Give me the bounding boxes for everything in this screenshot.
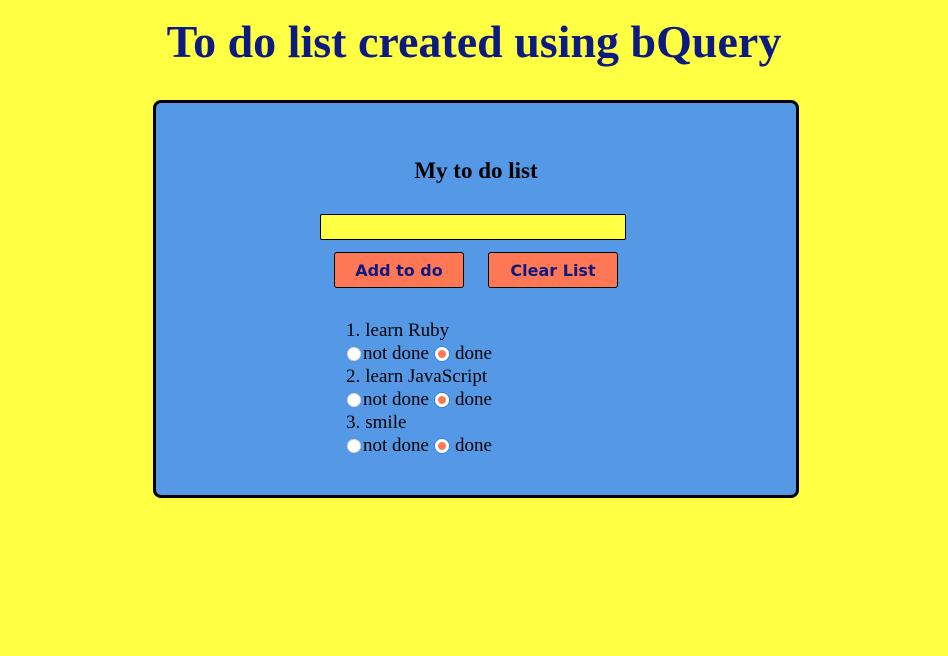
add-todo-button[interactable]: Add to do <box>334 252 464 288</box>
done-label: done <box>454 343 492 364</box>
done-radio[interactable] <box>434 438 449 453</box>
done-radio[interactable] <box>434 392 449 407</box>
todo-item-status: not done done <box>346 342 646 365</box>
todo-item-text: smile <box>365 412 407 433</box>
done-label: done <box>454 435 492 456</box>
todo-item-status: not done done <box>346 434 646 457</box>
not-done-label: not done <box>363 435 429 456</box>
not-done-label: not done <box>363 343 429 364</box>
not-done-radio[interactable] <box>347 392 361 407</box>
todo-item: 3. smile not done done <box>346 411 646 457</box>
todo-list: 1. learn Ruby not done done 2. learn JavaS… <box>346 319 646 457</box>
todo-item-number: 1. <box>346 320 361 341</box>
panel-title: My to do list <box>414 158 538 183</box>
todo-item-text-row: 1. learn Ruby <box>346 319 646 342</box>
done-label: done <box>454 389 492 410</box>
todo-panel: My to do list Add to do Clear List 1. lea… <box>153 100 799 498</box>
page-title: To do list created using bQuery <box>166 16 782 67</box>
todo-item-text-row: 2. learn JavaScript <box>346 365 646 388</box>
todo-item: 2. learn JavaScript not done done <box>346 365 646 411</box>
todo-item-number: 2. <box>346 366 361 387</box>
todo-item-text-row: 3. smile <box>346 411 646 434</box>
clear-list-button[interactable]: Clear List <box>488 252 618 288</box>
todo-input[interactable] <box>320 214 626 240</box>
todo-item-status: not done done <box>346 388 646 411</box>
todo-item: 1. learn Ruby not done done <box>346 319 646 365</box>
todo-item-number: 3. <box>346 412 361 433</box>
todo-item-text: learn JavaScript <box>365 366 488 387</box>
todo-item-text: learn Ruby <box>365 320 450 341</box>
done-radio[interactable] <box>434 346 449 361</box>
not-done-radio[interactable] <box>347 346 361 361</box>
not-done-radio[interactable] <box>347 438 361 453</box>
not-done-label: not done <box>363 389 429 410</box>
